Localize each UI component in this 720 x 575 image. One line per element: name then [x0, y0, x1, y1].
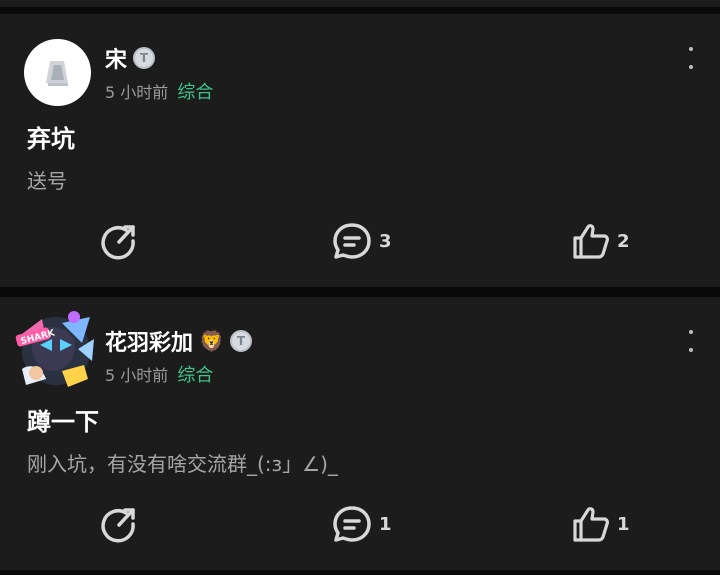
comment-icon: [333, 506, 371, 542]
like-count: 1: [617, 513, 630, 535]
post-time: 5 小时前: [105, 366, 169, 385]
post-card[interactable]: SHARK 花羽彩加 🦁 T 5 小时前 综合 蹲一下 刚入坑，有没有啥交流群_…: [0, 297, 720, 570]
post-title: 弃坑: [27, 125, 75, 153]
thumbs-up-icon: [573, 224, 609, 259]
post-meta: 5 小时前 综合: [105, 361, 213, 387]
like-button[interactable]: 2: [571, 219, 630, 263]
post-time: 5 小时前: [105, 83, 169, 102]
like-button[interactable]: 1: [571, 502, 630, 546]
comment-icon: [333, 223, 371, 259]
level-badge-icon: T: [229, 330, 252, 352]
previous-post-edge: [0, 0, 720, 7]
avatar[interactable]: SHARK: [12, 309, 98, 395]
comment-button[interactable]: 3: [331, 219, 392, 263]
comment-button[interactable]: 1: [331, 502, 392, 546]
post-actions: 1 1: [0, 502, 720, 546]
post-title: 蹲一下: [27, 408, 99, 436]
category-tag[interactable]: 综合: [177, 82, 213, 103]
like-count: 2: [617, 230, 630, 252]
username[interactable]: 宋: [105, 42, 127, 74]
category-tag[interactable]: 综合: [177, 365, 213, 386]
post-meta: 5 小时前 综合: [105, 78, 213, 104]
share-icon: [101, 225, 135, 260]
post-feed: 宋 T 5 小时前 综合 弃坑 送号 3 2 SHARK 花羽彩加 🦁 T 5 …: [0, 0, 720, 575]
more-vertical-icon[interactable]: [688, 47, 694, 69]
more-vertical-icon[interactable]: [688, 330, 694, 352]
default-avatar-icon: [46, 61, 68, 86]
username-row: 花羽彩加 🦁 T: [105, 325, 252, 357]
username[interactable]: 花羽彩加: [105, 325, 193, 357]
share-button[interactable]: [99, 219, 139, 263]
avatar[interactable]: [24, 39, 91, 106]
comment-count: 3: [379, 230, 392, 252]
share-icon: [101, 508, 135, 543]
anime-sticker-icon: SHARK: [15, 311, 94, 387]
post-body: 送号: [27, 169, 67, 193]
post-card[interactable]: 宋 T 5 小时前 综合 弃坑 送号 3 2: [0, 14, 720, 287]
username-row: 宋 T: [105, 42, 156, 74]
post-actions: 3 2: [0, 219, 720, 263]
thumbs-up-icon: [573, 507, 609, 542]
share-button[interactable]: [99, 502, 139, 546]
post-body: 刚入坑，有没有啥交流群_(:з」∠)_: [27, 452, 338, 476]
level-badge-icon: T: [133, 47, 156, 69]
lion-emoji-icon: 🦁: [199, 329, 224, 353]
comment-count: 1: [379, 513, 392, 535]
